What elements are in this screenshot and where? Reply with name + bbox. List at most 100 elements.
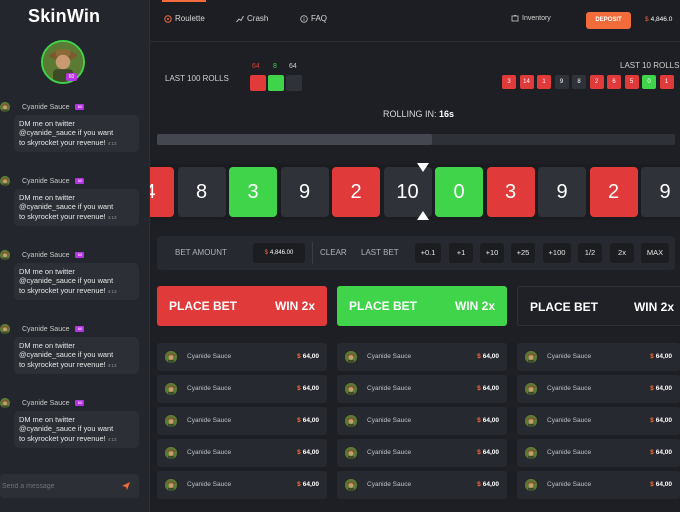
chat-username[interactable]: Cyanide Sauce xyxy=(22,104,69,111)
chat-timestamp: 4:13 xyxy=(107,288,117,294)
bet-chip-button[interactable]: 1/2 xyxy=(578,243,602,263)
bettor-name: Cyanide Sauce xyxy=(547,353,592,360)
chat-message-line: DM me on twitter xyxy=(19,341,75,350)
chat-message-bubble: DM me on twitter @cyanide_sauce if you wa… xyxy=(14,263,139,300)
roulette-strip: 483921003929 xyxy=(150,164,680,220)
bet-currency: $ xyxy=(297,385,301,392)
bet-row: Cyanide Sauce $64,00 xyxy=(157,407,327,435)
bet-chip-button[interactable]: MAX xyxy=(641,243,669,263)
tab-roulette[interactable]: Roulette xyxy=(164,14,205,23)
top-navigation: Roulette Crash FAQ Inventory DEPOSIT $4,… xyxy=(150,0,680,42)
chat-message-line-row: to skyrocket your revenue! 4:13 xyxy=(19,286,134,296)
bet-amount: $64,00 xyxy=(477,353,499,360)
bettor-avatar xyxy=(525,479,537,491)
bet-amount: $64,00 xyxy=(477,449,499,456)
bet-chip-button[interactable]: +0.1 xyxy=(415,243,441,263)
bet-row: Cyanide Sauce $64,00 xyxy=(517,439,680,467)
roulette-icon xyxy=(164,14,172,23)
bettor-avatar xyxy=(165,415,177,427)
green-count-tile xyxy=(268,75,284,91)
chat-avatar[interactable] xyxy=(0,176,10,186)
place-bet-label: PLACE BET xyxy=(530,300,599,314)
place-bet-button[interactable]: PLACE BET WIN 2x xyxy=(517,286,680,326)
user-avatar[interactable] xyxy=(41,40,85,84)
bet-currency: $ xyxy=(297,481,301,488)
chat-username[interactable]: Cyanide Sauce xyxy=(22,326,69,333)
tab-faq[interactable]: FAQ xyxy=(300,14,327,23)
chat-avatar[interactable] xyxy=(0,250,10,260)
chat-avatar[interactable] xyxy=(0,324,10,334)
bet-row: Cyanide Sauce $64,00 xyxy=(517,407,680,435)
roulette-slot: 3 xyxy=(486,167,535,217)
last-bet-button[interactable]: LAST BET xyxy=(361,248,399,257)
chat-message-line: @cyanide_sauce if you want xyxy=(19,424,114,434)
bet-row: Cyanide Sauce $64,00 xyxy=(337,439,507,467)
bet-amount: $64,00 xyxy=(297,449,319,456)
chat-level-badge: 60 xyxy=(75,400,85,406)
chat-message-line-row: to skyrocket your revenue! 4:13 xyxy=(19,360,134,370)
bet-chip-button[interactable]: 2x xyxy=(610,243,634,263)
bettor-name: Cyanide Sauce xyxy=(367,481,412,488)
bet-row: Cyanide Sauce $64,00 xyxy=(337,407,507,435)
bettor-avatar xyxy=(525,415,537,427)
bet-value: 64,00 xyxy=(655,353,672,360)
place-bet-label: PLACE BET xyxy=(169,299,238,313)
bet-amount: $64,00 xyxy=(297,353,319,360)
roulette-slot: 9 xyxy=(538,167,586,217)
bet-amount-currency: $ xyxy=(264,250,268,256)
bet-row: Cyanide Sauce $64,00 xyxy=(517,375,680,403)
place-bet-button[interactable]: PLACE BET WIN 2x xyxy=(337,286,507,326)
place-bet-button[interactable]: PLACE BET WIN 2x xyxy=(157,286,327,326)
active-tab-indicator xyxy=(162,0,206,2)
bet-row: Cyanide Sauce $64,00 xyxy=(157,375,327,403)
chat-message-header: Cyanide Sauce 60 xyxy=(0,249,85,261)
bet-currency: $ xyxy=(297,353,301,360)
clear-button[interactable]: CLEAR xyxy=(320,248,347,257)
bettor-avatar xyxy=(165,351,177,363)
last-roll-tile: 1 xyxy=(537,75,551,89)
chat-message-line: to skyrocket your revenue! xyxy=(19,211,106,221)
bettor-avatar xyxy=(165,479,177,491)
chat-message-line: to skyrocket your revenue! xyxy=(19,433,106,443)
bet-amount: $64,00 xyxy=(297,385,319,392)
bet-currency: $ xyxy=(477,417,481,424)
chat-timestamp: 4:13 xyxy=(107,140,117,146)
rolling-progress-track xyxy=(157,134,675,145)
black-count-tile xyxy=(286,75,302,91)
bettor-name: Cyanide Sauce xyxy=(367,449,412,456)
chat-avatar[interactable] xyxy=(0,398,10,408)
bet-controls: BET AMOUNT $4,846.00 CLEAR LAST BET +0.1… xyxy=(157,236,675,270)
bettor-name: Cyanide Sauce xyxy=(187,417,232,424)
bet-chip-button[interactable]: +25 xyxy=(511,243,535,263)
deposit-button[interactable]: DEPOSIT xyxy=(586,12,631,29)
bet-chip-button[interactable]: +1 xyxy=(449,243,473,263)
send-icon[interactable] xyxy=(121,481,131,491)
chat-message-header: Cyanide Sauce 60 xyxy=(0,101,85,113)
bet-chip-button[interactable]: +100 xyxy=(543,243,571,263)
chat-message-line: @cyanide_sauce if you want xyxy=(19,202,114,212)
bet-value: 64,00 xyxy=(482,417,499,424)
chat-message-line: DM me on twitter xyxy=(19,267,75,276)
bet-row: Cyanide Sauce $64,00 xyxy=(337,375,507,403)
chat-username[interactable]: Cyanide Sauce xyxy=(22,252,69,259)
chat-message-line: DM me on twitter xyxy=(19,415,75,424)
bet-amount: $64,00 xyxy=(477,417,499,424)
bet-amount: $64,00 xyxy=(650,385,672,392)
chat-message-input[interactable] xyxy=(0,474,110,498)
chat-avatar[interactable] xyxy=(0,102,10,112)
roulette-slot: 9 xyxy=(641,167,680,217)
chat-username[interactable]: Cyanide Sauce xyxy=(22,178,69,185)
pointer-top-icon xyxy=(417,163,429,172)
chat-username[interactable]: Cyanide Sauce xyxy=(22,400,69,407)
app-logo[interactable]: SkinWin xyxy=(28,6,100,27)
tab-crash[interactable]: Crash xyxy=(236,14,268,23)
payout-label: WIN 2x xyxy=(274,299,315,313)
inventory-link[interactable]: Inventory xyxy=(511,14,551,22)
chat-message-bubble: DM me on twitter @cyanide_sauce if you wa… xyxy=(14,115,139,152)
bet-amount-input[interactable]: $4,846.00 xyxy=(253,243,305,263)
last-roll-tile: 3 xyxy=(502,75,516,89)
bet-value: 64,00 xyxy=(482,385,499,392)
bet-amount: $64,00 xyxy=(650,481,672,488)
info-icon xyxy=(300,14,308,23)
bet-chip-button[interactable]: +10 xyxy=(480,243,504,263)
